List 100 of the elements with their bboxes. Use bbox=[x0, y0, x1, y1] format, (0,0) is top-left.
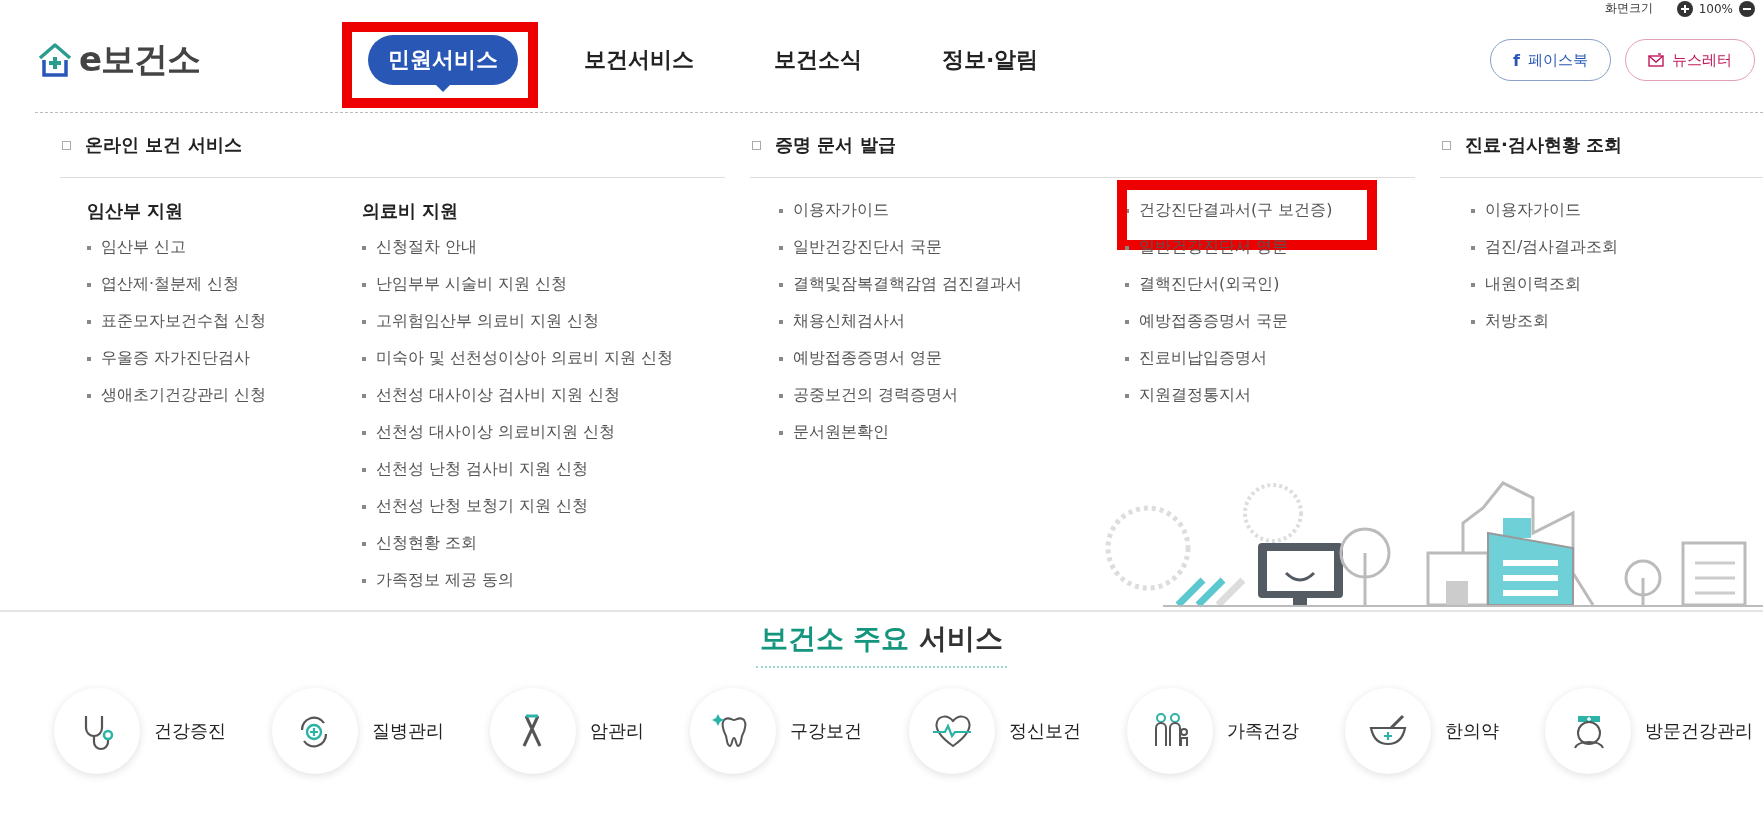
service-button[interactable] bbox=[1344, 688, 1431, 774]
service-link[interactable]: 질병관리 bbox=[372, 719, 445, 743]
menu-link[interactable]: 생애초기건강관리 신청 bbox=[101, 385, 267, 406]
bullet-icon bbox=[87, 282, 91, 287]
section-title: 증명 문서 발급 bbox=[775, 133, 896, 157]
bullet-icon bbox=[1471, 319, 1475, 324]
bullet-icon bbox=[362, 467, 366, 472]
bullet-icon bbox=[1125, 282, 1129, 287]
bullet-icon bbox=[1471, 282, 1475, 287]
service-button[interactable] bbox=[1545, 688, 1631, 774]
menu-link[interactable]: 이용자가이드 bbox=[1485, 200, 1581, 221]
menu-link[interactable]: 우울증 자가진단검사 bbox=[101, 348, 251, 369]
service-button[interactable] bbox=[490, 688, 577, 774]
group-title: 의료비 지원 bbox=[362, 199, 460, 223]
menu-link[interactable]: 미숙아 및 선천성이상아 의료비 지원 신청 bbox=[376, 348, 674, 369]
bullet-icon bbox=[779, 393, 783, 398]
menu-link[interactable]: 선천성 난청 검사비 지원 신청 bbox=[376, 459, 589, 480]
bullet-icon bbox=[87, 319, 91, 324]
nav-tab[interactable]: 정보·알림 bbox=[922, 35, 1059, 85]
section-heading: 보건소 주요 서비스 bbox=[755, 620, 1008, 668]
menu-link[interactable]: 표준모자보건수첩 신청 bbox=[101, 311, 267, 332]
service-link[interactable]: 건강증진 bbox=[154, 719, 226, 743]
pointer-icon bbox=[436, 85, 450, 92]
menu-link[interactable]: 건강진단결과서(구 보건증) bbox=[1139, 200, 1333, 221]
menu-link[interactable]: 처방조회 bbox=[1485, 311, 1549, 332]
facebook-button[interactable]: f 페이스북 bbox=[1490, 39, 1611, 81]
menu-link[interactable]: 예방접종증명서 영문 bbox=[793, 348, 943, 369]
menu-link[interactable]: 난임부부 시술비 지원 신청 bbox=[376, 274, 568, 295]
service-link[interactable]: 암관리 bbox=[590, 719, 645, 743]
newsletter-button[interactable]: 뉴스레터 bbox=[1625, 39, 1755, 81]
bullet-icon bbox=[1125, 319, 1129, 324]
bullet-icon bbox=[362, 393, 366, 398]
bullet-icon bbox=[362, 430, 366, 435]
service-button[interactable] bbox=[1126, 688, 1213, 774]
envelope-icon bbox=[1648, 53, 1664, 67]
menu-link[interactable]: 진료비납입증명서 bbox=[1139, 348, 1267, 369]
menu-link[interactable]: 임산부 신고 bbox=[101, 237, 187, 258]
bullet-icon bbox=[362, 356, 366, 361]
menu-link[interactable]: 일반건강진단서 국문 bbox=[793, 237, 943, 258]
menu-link[interactable]: 문서원본확인 bbox=[793, 422, 889, 443]
bullet-icon bbox=[362, 504, 366, 509]
bullet-icon bbox=[1125, 208, 1129, 213]
menu-link[interactable]: 이용자가이드 bbox=[793, 200, 889, 221]
zoom-in-icon[interactable] bbox=[1676, 0, 1693, 17]
bullet-icon bbox=[779, 282, 783, 287]
bullet-icon bbox=[779, 245, 783, 250]
service-button[interactable] bbox=[690, 688, 777, 774]
section-title: 진료·검사현황 조회 bbox=[1465, 133, 1623, 157]
menu-link[interactable]: 공중보건의 경력증명서 bbox=[793, 385, 959, 406]
bullet-icon bbox=[779, 319, 783, 324]
bullet-icon bbox=[87, 393, 91, 398]
nav-tab[interactable]: 보건서비스 bbox=[564, 35, 714, 85]
menu-link[interactable]: 내원이력조회 bbox=[1485, 274, 1581, 295]
bullet-icon bbox=[362, 319, 366, 324]
bullet-icon bbox=[779, 356, 783, 361]
group-title: 임산부 지원 bbox=[87, 199, 185, 223]
bullet-icon bbox=[362, 245, 366, 250]
menu-link[interactable]: 엽산제·철분제 신청 bbox=[101, 274, 240, 295]
zoom-out-icon[interactable] bbox=[1739, 0, 1755, 17]
bullet-icon bbox=[87, 356, 91, 361]
bullet-icon bbox=[1125, 245, 1129, 250]
menu-link[interactable]: 신청절차 안내 bbox=[376, 237, 478, 258]
square-bullet-icon bbox=[62, 140, 71, 150]
service-button[interactable] bbox=[54, 688, 140, 774]
menu-link[interactable]: 지원결정통지서 bbox=[1139, 385, 1251, 406]
nav-tab[interactable]: 보건소식 bbox=[754, 35, 882, 85]
service-link[interactable]: 정신보건 bbox=[1008, 719, 1081, 743]
zoom-value: 100% bbox=[1698, 1, 1733, 16]
menu-link[interactable]: 검진/검사결과조회 bbox=[1485, 237, 1619, 258]
menu-link[interactable]: 선천성 대사이상 검사비 지원 신청 bbox=[376, 385, 621, 406]
service-button[interactable] bbox=[908, 688, 995, 774]
bullet-icon bbox=[779, 208, 783, 213]
nav-tab[interactable]: 민원서비스 bbox=[368, 35, 518, 85]
service-link[interactable]: 구강보건 bbox=[790, 719, 863, 743]
menu-link[interactable]: 채용신체검사서 bbox=[793, 311, 905, 332]
bullet-icon bbox=[779, 430, 783, 435]
bullet-icon bbox=[87, 245, 91, 250]
bullet-icon bbox=[1125, 393, 1129, 398]
bullet-icon bbox=[362, 282, 366, 287]
menu-link[interactable]: 결핵진단서(외국인) bbox=[1139, 274, 1280, 295]
menu-link[interactable]: 고위험임산부 의료비 지원 신청 bbox=[376, 311, 600, 332]
bullet-icon bbox=[1471, 208, 1475, 213]
zoom-label: 화면크기 bbox=[1604, 0, 1653, 17]
menu-link[interactable]: 결핵및잠복결핵감염 검진결과서 bbox=[793, 274, 1023, 295]
square-bullet-icon bbox=[1442, 140, 1451, 150]
menu-link[interactable]: 선천성 대사이상 의료비지원 신청 bbox=[376, 422, 616, 443]
bullet-icon bbox=[1125, 356, 1129, 361]
bullet-icon bbox=[362, 578, 366, 583]
square-bullet-icon bbox=[752, 140, 761, 150]
menu-link[interactable]: 예방접종증명서 국문 bbox=[1139, 311, 1289, 332]
menu-link[interactable]: 선천성 난청 보청기 지원 신청 bbox=[376, 496, 589, 517]
service-link[interactable]: 가족건강 bbox=[1226, 719, 1299, 743]
facebook-icon: f bbox=[1513, 50, 1520, 70]
service-link[interactable]: 한의약 bbox=[1444, 719, 1499, 743]
service-link[interactable]: 방문건강관리 bbox=[1645, 719, 1753, 743]
bullet-icon bbox=[1471, 245, 1475, 250]
logo-text[interactable]: e보건소 bbox=[79, 37, 201, 83]
bullet-icon bbox=[362, 541, 366, 546]
menu-link[interactable]: 신청현황 조회 bbox=[376, 533, 478, 554]
menu-link[interactable]: 가족정보 제공 동의 bbox=[376, 570, 515, 591]
